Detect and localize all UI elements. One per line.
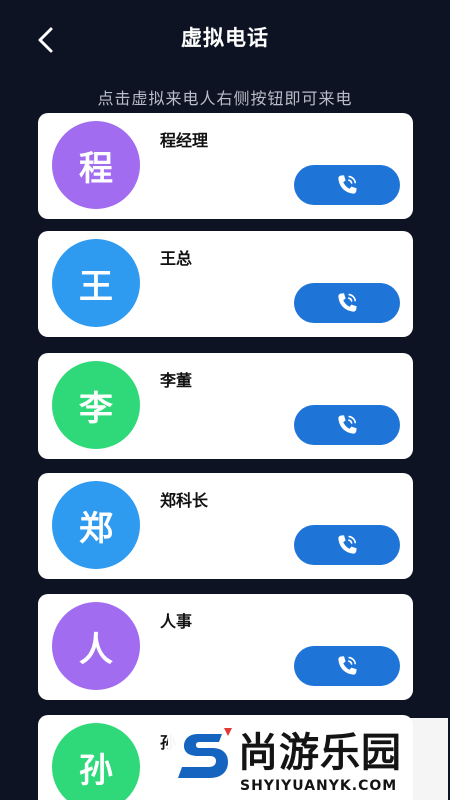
watermark-url: SHYIYUANYK.COM bbox=[240, 778, 398, 794]
call-button[interactable] bbox=[294, 283, 400, 323]
phone-call-icon bbox=[338, 415, 357, 434]
call-button[interactable] bbox=[294, 646, 400, 686]
call-button[interactable] bbox=[294, 165, 400, 205]
phone-call-icon bbox=[338, 535, 357, 554]
watermark: 尚游乐园 SHYIYUANYK.COM bbox=[168, 718, 448, 800]
call-button[interactable] bbox=[294, 525, 400, 565]
contact-name: 李董 bbox=[160, 371, 193, 390]
contact-card: 程 程经理 bbox=[38, 113, 413, 219]
avatar: 李 bbox=[52, 361, 140, 449]
page-title: 虚拟电话 bbox=[181, 26, 269, 50]
phone-call-icon bbox=[338, 656, 357, 675]
phone-call-icon bbox=[338, 293, 357, 312]
contact-name: 程经理 bbox=[160, 131, 209, 150]
avatar: 孙 bbox=[52, 723, 140, 800]
avatar: 程 bbox=[52, 121, 140, 209]
s-logo-icon bbox=[178, 728, 232, 778]
contact-card: 人 人事 bbox=[38, 594, 413, 700]
header: 虚拟电话 bbox=[0, 0, 450, 80]
avatar: 郑 bbox=[52, 481, 140, 569]
contact-card: 李 李董 bbox=[38, 353, 413, 459]
call-button[interactable] bbox=[294, 405, 400, 445]
hint-text: 点击虚拟来电人右侧按钮即可来电 bbox=[97, 89, 353, 108]
contact-card: 王 王总 bbox=[38, 231, 413, 337]
avatar: 人 bbox=[52, 602, 140, 690]
contact-card: 郑 郑科长 bbox=[38, 473, 413, 579]
contact-name: 王总 bbox=[160, 249, 193, 268]
phone-call-icon bbox=[338, 175, 357, 194]
contact-name: 人事 bbox=[160, 612, 193, 631]
avatar: 王 bbox=[52, 239, 140, 327]
contact-name: 郑科长 bbox=[160, 491, 209, 510]
virtual-call-screen: 虚拟电话 点击虚拟来电人右侧按钮即可来电 程 程经理 王 王总 李 李董 郑 郑… bbox=[0, 0, 450, 800]
watermark-brand: 尚游乐园 bbox=[238, 730, 402, 776]
